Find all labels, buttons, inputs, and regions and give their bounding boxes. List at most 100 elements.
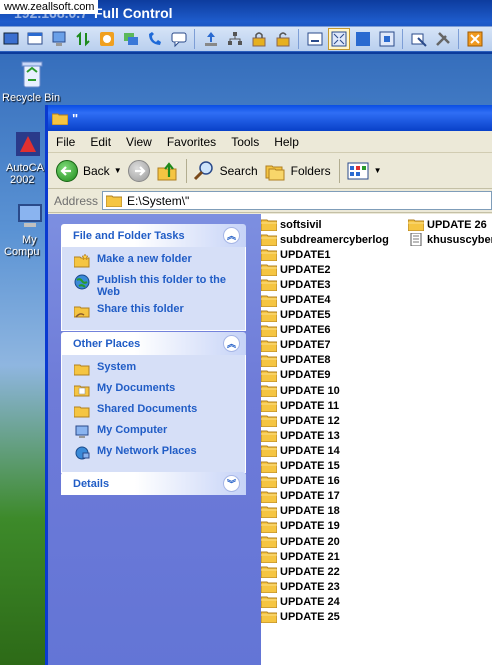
rt-transfer-icon[interactable] — [72, 28, 94, 50]
file-item[interactable]: UPDATE 13 — [261, 428, 389, 443]
views-button[interactable]: ▼ — [346, 157, 382, 185]
explorer-window: " File Edit View Favorites Tools Help Ba… — [45, 105, 492, 665]
file-item[interactable]: subdreamercyberlog — [261, 232, 389, 247]
file-item[interactable]: UPDATE 12 — [261, 413, 389, 428]
file-item[interactable]: UPDATE 21 — [261, 549, 389, 564]
views-icon — [347, 162, 369, 179]
chevron-down-icon[interactable]: ▼ — [114, 166, 122, 175]
panel-header[interactable]: Other Places ︽ — [61, 332, 246, 355]
menu-edit[interactable]: Edit — [90, 135, 111, 149]
file-item[interactable]: UPDATE 22 — [261, 564, 389, 579]
rt-message-icon[interactable] — [168, 28, 190, 50]
panel-header[interactable]: Details ︾ — [61, 472, 246, 495]
file-name: UPDATE 17 — [280, 490, 340, 503]
up-folder-button[interactable] — [156, 157, 178, 185]
place-label: My Computer — [97, 424, 168, 436]
file-item[interactable]: UPDATE5 — [261, 308, 389, 323]
menu-help[interactable]: Help — [274, 135, 299, 149]
menu-tools[interactable]: Tools — [231, 135, 259, 149]
remote-mode: Full Control — [93, 5, 173, 21]
address-input[interactable]: E:\System\" — [102, 191, 492, 210]
rt-window-icon[interactable] — [24, 28, 46, 50]
task-share-folder[interactable]: Share this folder — [74, 303, 237, 319]
file-item[interactable]: UPDATE 25 — [261, 609, 389, 624]
file-item[interactable]: UPDATE 23 — [261, 579, 389, 594]
rt-phone-icon[interactable] — [144, 28, 166, 50]
file-item[interactable]: UPDATE6 — [261, 323, 389, 338]
file-item[interactable]: UPDATE 11 — [261, 398, 389, 413]
file-item[interactable]: UPDATE 14 — [261, 443, 389, 458]
rt-upload-icon[interactable] — [200, 28, 222, 50]
task-publish-folder[interactable]: Publish this folder to the Web — [74, 274, 237, 298]
menu-favorites[interactable]: Favorites — [167, 135, 216, 149]
folder-icon — [261, 279, 277, 292]
desktop-icon-autocad[interactable]: AutoCA 2002 — [6, 128, 44, 186]
file-item[interactable]: UPDATE 16 — [261, 474, 389, 489]
place-my-documents[interactable]: My Documents — [74, 382, 237, 398]
file-item[interactable]: UPDATE 20 — [261, 534, 389, 549]
file-item[interactable]: softsivil — [261, 217, 389, 232]
folder-icon — [261, 355, 277, 367]
file-name: UPDATE 24 — [280, 595, 340, 608]
file-item[interactable]: UPDATE1 — [261, 247, 389, 262]
place-my-computer[interactable]: My Computer — [74, 424, 237, 440]
file-name: UPDATE 13 — [280, 429, 340, 442]
file-item[interactable]: UPDATE 26 — [408, 217, 492, 232]
file-item[interactable]: UPDATE2 — [261, 262, 389, 277]
rt-zoom-icon[interactable] — [376, 28, 398, 50]
file-item[interactable]: UPDATE4 — [261, 292, 389, 307]
file-item[interactable]: UPDATE 10 — [261, 383, 389, 398]
rt-settings-icon[interactable] — [432, 28, 454, 50]
file-item[interactable]: UPDATE3 — [261, 277, 389, 292]
desktop-icon-recycle-bin[interactable]: Recycle Bin — [2, 58, 60, 104]
file-item[interactable]: UPDATE8 — [261, 353, 389, 368]
place-shared-documents[interactable]: Shared Documents — [74, 403, 237, 419]
file-item[interactable]: UPDATE7 — [261, 338, 389, 353]
rt-stretch-icon[interactable] — [352, 28, 374, 50]
place-label: System — [97, 361, 137, 373]
rt-unlock-icon[interactable] — [272, 28, 294, 50]
panel-header[interactable]: File and Folder Tasks ︽ — [61, 224, 246, 247]
back-arrow-icon — [56, 159, 78, 182]
expand-icon[interactable]: ︾ — [223, 475, 240, 492]
search-button[interactable]: Search — [193, 157, 258, 185]
file-item[interactable]: UPDATE 17 — [261, 489, 389, 504]
folder-icon — [261, 325, 277, 337]
folder-icon — [261, 476, 277, 488]
rt-lock-icon[interactable] — [248, 28, 270, 50]
file-item[interactable]: UPDATE 19 — [261, 519, 389, 534]
remote-control-bar: 192.168.0.7Full Control www.zeallsoft.co… — [0, 0, 492, 54]
folder-icon — [261, 249, 277, 262]
file-item[interactable]: UPDATE 24 — [261, 594, 389, 609]
rt-chat-icon[interactable] — [120, 28, 142, 50]
chevron-down-icon[interactable]: ▼ — [374, 166, 382, 175]
file-name: UPDATE6 — [280, 324, 331, 337]
place-my-network-places[interactable]: My Network Places — [74, 445, 237, 461]
folder-icon — [261, 400, 277, 413]
rt-fit-screen-icon[interactable] — [328, 28, 350, 50]
place-system[interactable]: System — [74, 361, 237, 377]
rt-capture-icon[interactable] — [408, 28, 430, 50]
menu-view[interactable]: View — [126, 135, 152, 149]
file-item[interactable]: khususcyber — [408, 232, 492, 247]
file-item[interactable]: UPDATE9 — [261, 368, 389, 383]
rt-screen-icon[interactable] — [48, 28, 70, 50]
file-item[interactable]: UPDATE 15 — [261, 459, 389, 474]
file-name: UPDATE4 — [280, 294, 331, 307]
collapse-icon[interactable]: ︽ — [223, 335, 240, 352]
rt-close-icon[interactable] — [464, 28, 486, 50]
menu-file[interactable]: File — [56, 135, 75, 149]
file-item[interactable]: UPDATE 18 — [261, 504, 389, 519]
rt-clock-icon[interactable] — [96, 28, 118, 50]
back-button[interactable]: Back ▼ — [56, 157, 122, 185]
rt-network-icon[interactable] — [224, 28, 246, 50]
collapse-icon[interactable]: ︽ — [223, 227, 240, 244]
window-titlebar[interactable]: " — [48, 105, 492, 131]
desktop-icon-my-computer[interactable]: My Compu — [4, 200, 46, 258]
forward-button[interactable] — [127, 157, 150, 185]
details-panel: Details ︾ — [61, 472, 246, 495]
folders-button[interactable]: Folders — [264, 157, 331, 185]
task-make-new-folder[interactable]: Make a new folder — [74, 253, 237, 269]
rt-fullscreen-icon[interactable] — [0, 28, 22, 50]
rt-minimize-icon[interactable] — [304, 28, 326, 50]
